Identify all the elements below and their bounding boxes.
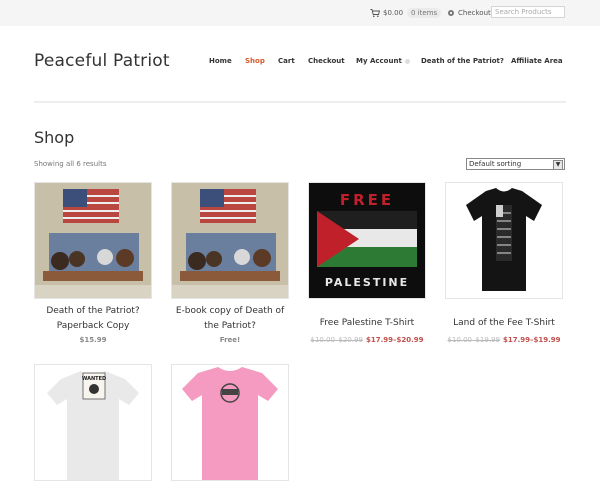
book-cover-image xyxy=(35,183,151,298)
cart-icon xyxy=(370,9,380,18)
price-sale: $17.99–$19.99 xyxy=(502,336,561,344)
price-sale: $17.99–$20.99 xyxy=(365,336,424,344)
cart-total: $0.00 xyxy=(383,9,404,17)
chevron-down-icon: ▼ xyxy=(553,160,563,170)
checkout-label: Checkout xyxy=(458,9,491,17)
nav-item-checkout[interactable]: Checkout xyxy=(308,57,345,65)
image-caption-top: WANTED xyxy=(82,376,106,382)
nav-item-my-account[interactable]: My Account xyxy=(356,57,410,65)
page-title: Shop xyxy=(34,128,75,147)
top-bar: $0.00 0 items Checkout xyxy=(0,0,600,26)
sort-select[interactable]: Default sorting ▼ xyxy=(466,158,565,170)
pink-tshirt-image xyxy=(172,365,288,480)
dropdown-indicator-icon xyxy=(404,58,410,64)
price-value: $15.99 xyxy=(79,336,107,344)
header-divider xyxy=(34,101,566,103)
product-name[interactable]: Death of the Patriot? Paperback Copy xyxy=(34,304,152,334)
product-name[interactable]: Free Palestine T-Shirt xyxy=(308,316,426,331)
nav-item-death-of-the-patriot[interactable]: Death of the Patriot? xyxy=(421,57,504,65)
product-image[interactable] xyxy=(171,182,289,299)
product-image[interactable]: FREE PALESTINE xyxy=(308,182,426,299)
product-image[interactable] xyxy=(34,182,152,299)
nav-item-affiliate-area[interactable]: Affiliate Area xyxy=(511,57,563,65)
sort-selected-value: Default sorting xyxy=(469,160,522,168)
image-caption-bottom: PALESTINE xyxy=(325,276,409,289)
price-value: Free! xyxy=(219,336,241,344)
product-name[interactable]: E-book copy of Death of the Patriot? xyxy=(171,304,289,334)
product-image[interactable]: WANTED xyxy=(34,364,152,481)
book-cover-image xyxy=(172,183,288,298)
nav-item-home[interactable]: Home xyxy=(209,57,232,65)
result-count: Showing all 6 results xyxy=(34,160,107,168)
main-nav: Home Shop Cart Checkout My Account Death… xyxy=(200,57,570,69)
image-caption-top: FREE xyxy=(340,191,394,209)
cart-item-count: 0 items xyxy=(407,8,442,18)
free-palestine-image: FREE PALESTINE xyxy=(309,183,425,298)
product-price: Free! xyxy=(171,336,289,344)
product-image[interactable] xyxy=(445,182,563,299)
product-price: $15.99 xyxy=(34,336,152,344)
product-price: $10.00–$19.99 $17.99–$19.99 xyxy=(445,336,563,344)
nav-item-cart[interactable]: Cart xyxy=(278,57,295,65)
gear-icon xyxy=(448,10,454,16)
product-price: $10.00–$20.99 $17.99–$20.99 xyxy=(308,336,426,344)
site-title[interactable]: Peaceful Patriot xyxy=(34,51,170,71)
nav-item-shop[interactable]: Shop xyxy=(245,57,265,65)
header-checkout-link[interactable]: Checkout xyxy=(447,6,491,20)
price-original: $10.00–$20.99 xyxy=(310,336,363,344)
nav-item-my-account-label: My Account xyxy=(356,57,402,65)
product-image[interactable] xyxy=(171,364,289,481)
black-tshirt-image xyxy=(446,183,562,298)
price-original: $10.00–$19.99 xyxy=(447,336,500,344)
product-name[interactable]: Land of the Fee T-Shirt xyxy=(445,316,563,331)
header-cart-link[interactable]: $0.00 0 items xyxy=(370,6,442,20)
wanted-tshirt-image: WANTED xyxy=(35,365,151,480)
product-search-input[interactable] xyxy=(491,6,565,18)
